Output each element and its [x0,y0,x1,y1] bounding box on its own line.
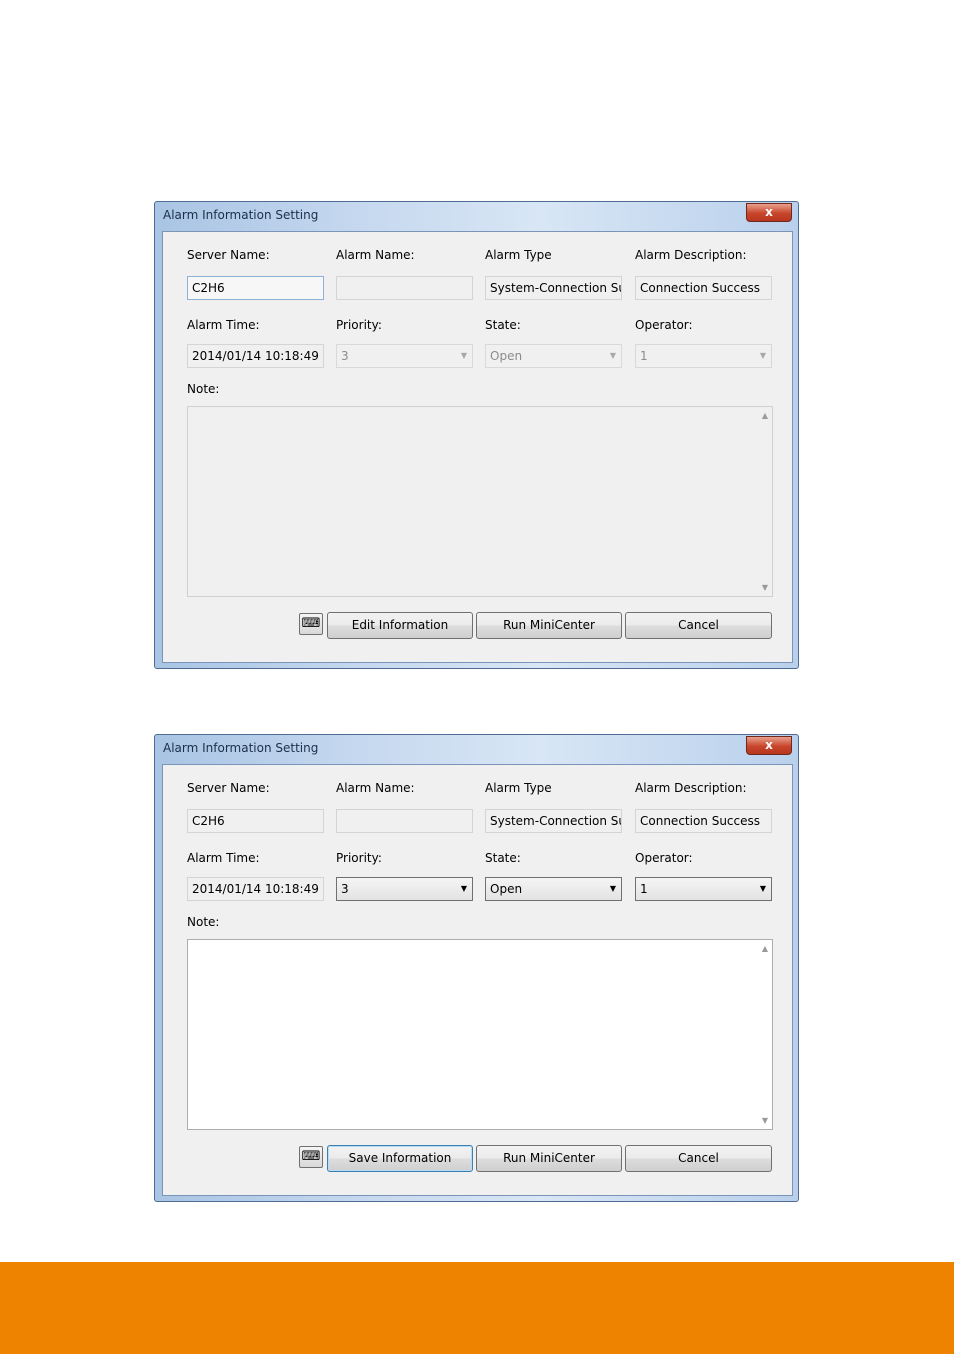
dialog-title: Alarm Information Setting [163,741,319,755]
edit-information-button[interactable]: Edit Information [327,612,473,639]
cancel-button[interactable]: Cancel [625,612,772,639]
keyboard-icon: ⌨ [301,616,321,631]
state-select[interactable]: Open ▼ [485,344,622,368]
scroll-up-icon[interactable]: ▲ [762,944,768,953]
state-value: Open [490,349,523,363]
priority-select[interactable]: 3 ▼ [336,877,473,901]
alarm-type-label: Alarm Type [485,781,552,795]
operator-value: 1 [640,882,648,896]
keyboard-button[interactable]: ⌨ [299,613,323,635]
alarm-time-field[interactable]: 2014/01/14 10:18:49 [187,877,324,901]
alarm-dialog-editable: Alarm Information Setting x Server Name:… [154,734,799,1202]
operator-label: Operator: [635,851,693,865]
server-name-label: Server Name: [187,781,270,795]
state-select[interactable]: Open ▼ [485,877,622,901]
close-button[interactable]: x [746,736,792,755]
alarm-type-field[interactable]: System-Connection Su [485,809,622,833]
chevron-down-icon: ▼ [609,884,616,893]
state-label: State: [485,851,521,865]
alarm-description-field[interactable]: Connection Success [635,276,772,300]
operator-select[interactable]: 1 ▼ [635,344,772,368]
chevron-down-icon: ▼ [759,351,766,360]
alarm-type-label: Alarm Type [485,248,552,262]
keyboard-icon: ⌨ [301,1149,321,1164]
alarm-type-field[interactable]: System-Connection Su [485,276,622,300]
server-name-field[interactable]: C2H6 [187,276,324,300]
scroll-down-icon[interactable]: ▼ [762,583,768,592]
priority-value: 3 [341,349,349,363]
note-label: Note: [187,382,220,396]
alarm-description-label: Alarm Description: [635,781,747,795]
dialog-body: Server Name: Alarm Name: Alarm Type Alar… [162,231,793,663]
priority-label: Priority: [336,318,382,332]
alarm-time-field[interactable]: 2014/01/14 10:18:49 [187,344,324,368]
note-textarea[interactable]: ▲ ▼ [187,939,773,1130]
operator-label: Operator: [635,318,693,332]
chevron-down-icon: ▼ [609,351,616,360]
alarm-name-label: Alarm Name: [336,781,415,795]
chevron-down-icon: ▼ [460,884,467,893]
state-label: State: [485,318,521,332]
state-value: Open [490,882,523,896]
priority-select[interactable]: 3 ▼ [336,344,473,368]
note-label: Note: [187,915,220,929]
alarm-name-field[interactable] [336,809,473,833]
keyboard-button[interactable]: ⌨ [299,1146,323,1168]
alarm-time-label: Alarm Time: [187,851,260,865]
alarm-description-label: Alarm Description: [635,248,747,262]
alarm-dialog-readonly: Alarm Information Setting x Server Name:… [154,201,799,669]
alarm-name-field[interactable] [336,276,473,300]
cancel-button[interactable]: Cancel [625,1145,772,1172]
priority-label: Priority: [336,851,382,865]
run-minicenter-button[interactable]: Run MiniCenter [476,612,622,639]
run-minicenter-button[interactable]: Run MiniCenter [476,1145,622,1172]
footer-band [0,1262,954,1354]
operator-value: 1 [640,349,648,363]
alarm-description-field[interactable]: Connection Success [635,809,772,833]
note-textarea[interactable]: ▲ ▼ [187,406,773,597]
scroll-up-icon[interactable]: ▲ [762,411,768,420]
chevron-down-icon: ▼ [759,884,766,893]
dialog-title: Alarm Information Setting [163,208,319,222]
alarm-name-label: Alarm Name: [336,248,415,262]
server-name-field[interactable]: C2H6 [187,809,324,833]
operator-select[interactable]: 1 ▼ [635,877,772,901]
scroll-down-icon[interactable]: ▼ [762,1116,768,1125]
close-button[interactable]: x [746,203,792,222]
dialog-body: Server Name: Alarm Name: Alarm Type Alar… [162,764,793,1196]
save-information-button[interactable]: Save Information [327,1145,473,1172]
alarm-time-label: Alarm Time: [187,318,260,332]
priority-value: 3 [341,882,349,896]
chevron-down-icon: ▼ [460,351,467,360]
server-name-label: Server Name: [187,248,270,262]
